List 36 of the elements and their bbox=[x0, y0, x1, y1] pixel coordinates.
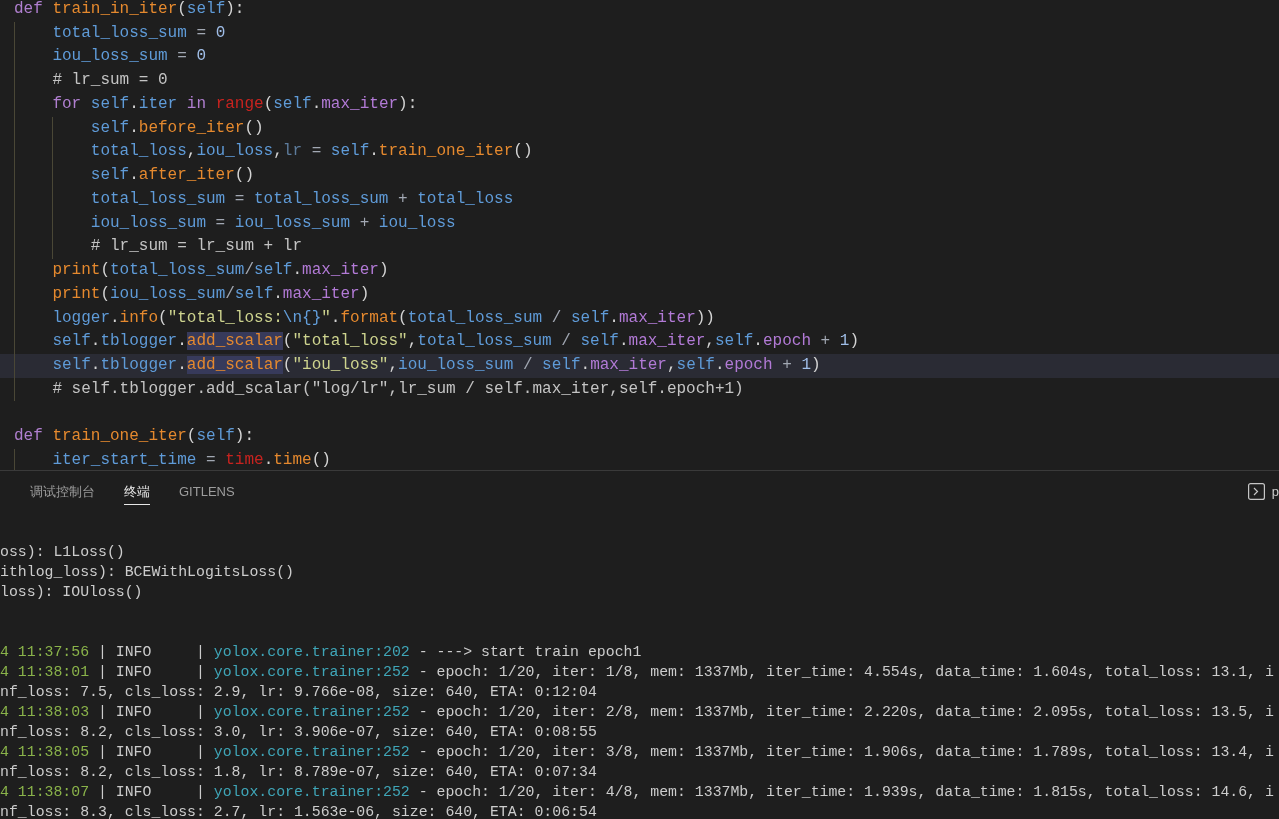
code-line: # self.tblogger.add_scalar("log/lr",lr_sum / self.max_iter,self.epoch+1) bbox=[52, 378, 744, 400]
panel-tab[interactable]: 调试控制台 bbox=[30, 479, 95, 505]
code-line: def train_in_iter(self): bbox=[14, 0, 245, 20]
code-line: # lr_sum = 0 bbox=[52, 70, 168, 92]
code-line: iou_loss_sum = iou_loss_sum + iou_loss bbox=[90, 212, 456, 234]
terminal-line: 4 11:38:07 | INFO | yolox.core.trainer:252 - epoch: 1/20, iter: 4/8, mem: 1337Mb, iter_time: 1.939s, data_time: 1.815s, total_loss: 14.6, i bbox=[0, 783, 1274, 802]
terminal-line: 4 11:38:03 | INFO | yolox.core.trainer:252 - epoch: 1/20, iter: 2/8, mem: 1337Mb, iter_time: 2.220s, data_time: 2.095s, total_loss: 13.5, i bbox=[0, 703, 1274, 722]
code-line: # lr_sum = lr_sum + lr bbox=[90, 236, 302, 258]
code-line: iter_start_time = time.time() bbox=[52, 449, 331, 470]
terminal-icon[interactable] bbox=[1247, 483, 1265, 500]
terminal-line: nf_loss: 7.5, cls_loss: 2.9, lr: 9.766e-08, size: 640, ETA: 0:12:04 bbox=[0, 683, 597, 702]
terminal-line: ithlog_loss): BCEWithLogitsLoss() bbox=[0, 563, 294, 582]
code-line: print(iou_loss_sum/self.max_iter) bbox=[52, 283, 370, 305]
code-line: total_loss,iou_loss,lr = self.train_one_iter() bbox=[90, 141, 533, 163]
code-line: print(total_loss_sum/self.max_iter) bbox=[52, 260, 389, 282]
terminal-name-label[interactable]: p bbox=[1271, 479, 1279, 505]
code-line: iou_loss_sum = 0 bbox=[52, 46, 207, 68]
terminal-line: nf_loss: 8.2, cls_loss: 1.8, lr: 8.789e-07, size: 640, ETA: 0:07:34 bbox=[0, 763, 597, 782]
terminal-line: loss): IOUloss() bbox=[0, 583, 143, 602]
terminal-line: nf_loss: 8.2, cls_loss: 3.0, lr: 3.906e-07, size: 640, ETA: 0:08:55 bbox=[0, 723, 597, 742]
terminal-line: nf_loss: 8.3, cls_loss: 2.7, lr: 1.563e-06, size: 640, ETA: 0:06:54 bbox=[0, 803, 597, 819]
terminal-line: 4 11:38:01 | INFO | yolox.core.trainer:252 - epoch: 1/20, iter: 1/8, mem: 1337Mb, iter_time: 4.554s, data_time: 1.604s, total_loss: 13.1, i bbox=[0, 663, 1274, 682]
panel-tab[interactable]: GITLENS bbox=[179, 479, 235, 505]
code-line: total_loss_sum = 0 bbox=[52, 22, 226, 44]
panel-tab[interactable]: 终端 bbox=[124, 479, 150, 505]
code-line: self.tblogger.add_scalar("total_loss",total_loss_sum / self.max_iter,self.epoch + 1) bbox=[52, 331, 859, 353]
terminal-line: oss): L1Loss() bbox=[0, 543, 125, 562]
code-line: def train_one_iter(self): bbox=[14, 426, 255, 448]
code-line: logger.info("total_loss:\n{}".format(total_loss_sum / self.max_iter)) bbox=[52, 307, 715, 329]
code-line: total_loss_sum = total_loss_sum + total_loss bbox=[90, 188, 514, 210]
terminal-line: 4 11:37:56 | INFO | yolox.core.trainer:202 - ---> start train epoch1 bbox=[0, 643, 642, 662]
code-line: self.before_iter() bbox=[90, 117, 264, 139]
code-line: self.after_iter() bbox=[90, 165, 254, 187]
terminal-line: 4 11:38:05 | INFO | yolox.core.trainer:252 - epoch: 1/20, iter: 3/8, mem: 1337Mb, iter_time: 1.906s, data_time: 1.789s, total_loss: 13.4, i bbox=[0, 743, 1274, 762]
code-line: self.tblogger.add_scalar("iou_loss",iou_loss_sum / self.max_iter,self.epoch + 1) bbox=[52, 355, 821, 377]
code-line: for self.iter in range(self.max_iter): bbox=[52, 93, 418, 115]
